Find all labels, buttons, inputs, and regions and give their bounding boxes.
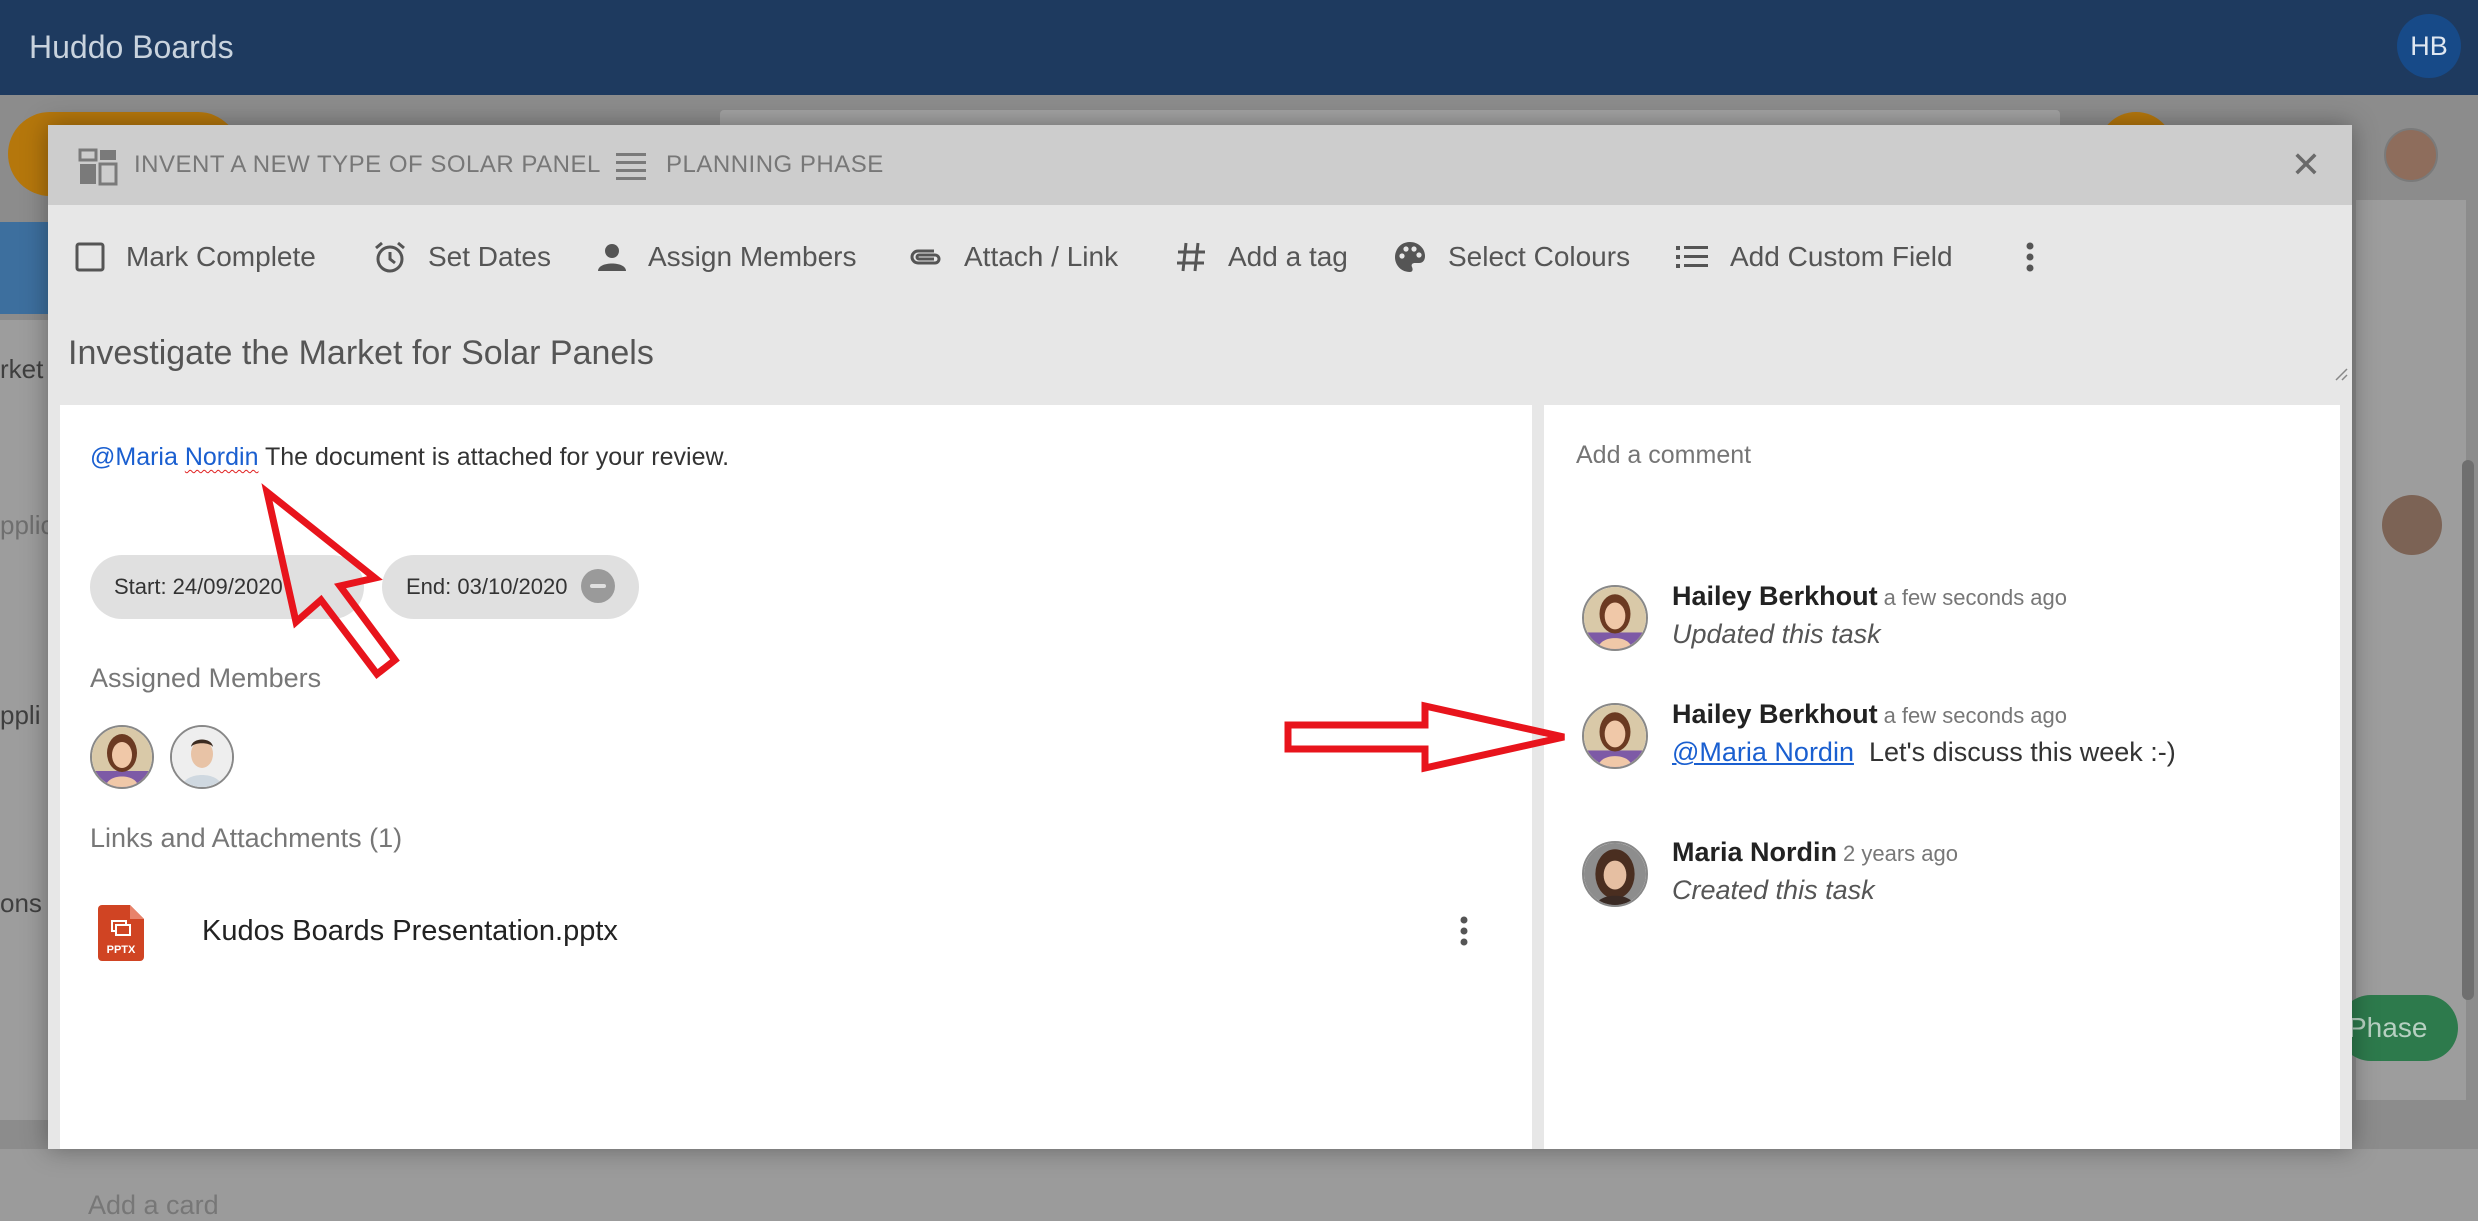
file-type-label: PPTX (107, 944, 136, 956)
attachment-name[interactable]: Kudos Boards Presentation.pptx (202, 915, 618, 948)
list-icon (614, 150, 648, 185)
list-icon (1676, 246, 1708, 268)
assign-members-button[interactable]: Assign Members (596, 235, 857, 279)
background-list-header (0, 222, 48, 314)
breadcrumb-board[interactable]: INVENT A NEW TYPE OF SOLAR PANEL (134, 151, 601, 179)
app-title[interactable]: Huddo Boards (29, 22, 234, 72)
assign-members-label: Assign Members (648, 241, 857, 272)
hashtag-icon (1177, 242, 1205, 272)
add-custom-field-button[interactable]: Add Custom Field (1676, 235, 1953, 279)
links-attachments-title: Links and Attachments (1) (90, 823, 403, 853)
activity-author-name[interactable]: Hailey Berkhout (1672, 581, 1878, 611)
activity-author: Hailey Berkhout a few seconds ago (1672, 699, 2067, 730)
activity-avatar (1582, 703, 1648, 769)
select-colours-button[interactable]: Select Colours (1392, 235, 1630, 279)
more-options-icon[interactable] (2024, 235, 2056, 279)
close-icon[interactable]: ✕ (2286, 145, 2326, 185)
background-list-column: rket pplic ppli ons (0, 320, 54, 1120)
attach-link-label: Attach / Link (964, 241, 1119, 272)
activity-panel: Hailey Berkhouta few seconds ago Updated… (1544, 405, 2340, 1149)
attach-link-button[interactable]: Attach / Link (908, 235, 1118, 279)
end-date-label: End: 03/10/2020 (406, 574, 568, 599)
add-tag-label: Add a tag (1228, 241, 1348, 272)
activity-comment: @Maria Nordin Let's discuss this week :-… (1672, 737, 2176, 768)
mark-complete-button[interactable]: Mark Complete (74, 235, 316, 279)
background-card-text: ppli (0, 700, 41, 730)
set-dates-label: Set Dates (428, 241, 551, 272)
attachment-more-icon[interactable] (1454, 911, 1474, 951)
background-avatar (2382, 495, 2442, 555)
attachment-icon (910, 249, 941, 265)
select-colours-label: Select Colours (1448, 241, 1631, 272)
comment-input[interactable] (1576, 441, 2296, 470)
activity-avatar (1582, 585, 1648, 651)
background-phase-button: Phase (2338, 995, 2458, 1061)
card-toolbar: Mark Complete Set Dates Assign Members A… (48, 205, 2352, 305)
activity-text: Created this task (1672, 875, 1875, 905)
modal-header: INVENT A NEW TYPE OF SOLAR PANEL PLANNIN… (48, 125, 2352, 205)
board-icon (78, 147, 118, 192)
activity-avatar (1582, 841, 1648, 907)
resize-grip-icon[interactable] (2334, 367, 2348, 381)
add-custom-field-label: Add Custom Field (1730, 241, 1953, 272)
activity-time: a few seconds ago (1883, 703, 2068, 728)
card-description[interactable]: @Maria Nordin The document is attached f… (90, 443, 729, 472)
activity-time: a few seconds ago (1883, 585, 2068, 610)
comment-text: Let's discuss this week :-) (1868, 737, 2176, 767)
member-avatar[interactable] (170, 725, 234, 789)
background-list-column (2356, 200, 2466, 1100)
member-avatar[interactable] (90, 725, 154, 789)
annotation-arrow-right-icon (1284, 701, 1565, 773)
description-text: The document is attached for your review… (258, 443, 730, 471)
app-bar (0, 0, 2478, 95)
person-icon (598, 244, 626, 271)
background-card-text: pplic (0, 510, 54, 540)
comment-mention-link[interactable]: @Maria Nordin (1672, 737, 1854, 767)
activity-author-name[interactable]: Maria Nordin (1672, 837, 1837, 867)
activity-author-name[interactable]: Hailey Berkhout (1672, 699, 1878, 729)
mark-complete-label: Mark Complete (126, 241, 316, 272)
background-card-text: rket (0, 354, 44, 384)
end-date-chip[interactable]: End: 03/10/2020 (382, 555, 640, 619)
activity-author: Maria Nordin 2 years ago (1672, 837, 1958, 868)
palette-icon (1395, 242, 1425, 272)
add-card-button[interactable]: Add a card (88, 1190, 219, 1221)
page-scrollbar[interactable] (2462, 460, 2474, 1000)
activity-time: 2 years ago (1843, 841, 1958, 866)
pptx-file-icon: PPTX (98, 905, 144, 961)
add-tag-button[interactable]: Add a tag (1174, 235, 1348, 279)
description-mention-first[interactable]: @Maria (90, 443, 178, 471)
breadcrumb-list[interactable]: PLANNING PHASE (666, 151, 884, 179)
annotation-arrow-up-icon (261, 483, 400, 679)
description-mention-last[interactable]: Nordin (185, 443, 259, 471)
user-avatar[interactable]: HB (2397, 14, 2461, 78)
set-dates-button[interactable]: Set Dates (372, 235, 551, 279)
remove-date-icon[interactable] (581, 569, 616, 604)
background-avatar (2384, 128, 2438, 182)
activity-text: Updated this task (1672, 619, 1881, 649)
card-title-input[interactable] (68, 323, 2338, 383)
activity-author: Hailey Berkhout a few seconds ago (1672, 581, 2067, 612)
background-card-text: ons (0, 888, 42, 918)
checkbox-icon (75, 242, 105, 272)
alarm-clock-icon (375, 241, 405, 273)
